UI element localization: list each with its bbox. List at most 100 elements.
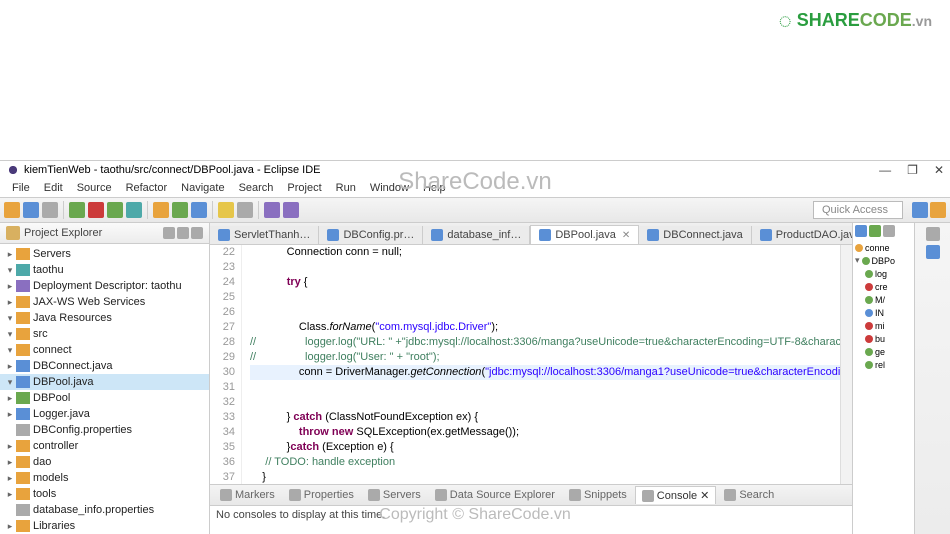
bottom-tab-markers[interactable]: Markers [214,487,281,503]
code-line[interactable]: throw new SQLException(ex.getMessage()); [250,425,852,440]
editor-tab[interactable]: database_inf… [423,226,530,244]
nav-back-icon[interactable] [264,202,280,218]
code-line[interactable]: // TODO: handle exception [250,455,852,470]
menu-source[interactable]: Source [71,180,118,196]
twisty-icon[interactable]: ▾ [4,313,16,324]
collapse-all-icon[interactable] [163,227,175,239]
outline-class[interactable]: DBPo [872,256,896,266]
tree-item[interactable]: DBConfig.properties [0,422,209,438]
close-button[interactable]: ✕ [934,163,944,177]
outline-menu-icon[interactable] [883,225,895,237]
code-line[interactable]: }catch (Exception e) { [250,440,852,455]
outline-package[interactable]: conne [865,243,890,253]
twisty-icon[interactable]: ▾ [4,329,16,340]
tree-item[interactable]: ▸JAX-WS Web Services [0,294,209,310]
outline-sort-icon[interactable] [855,225,867,237]
tree-item[interactable]: ▸models [0,470,209,486]
outline-member[interactable]: rel [855,358,912,371]
code-line[interactable] [250,290,852,305]
search-icon[interactable] [218,202,234,218]
tree-item[interactable]: ▾connect [0,342,209,358]
tree-item[interactable]: ▾src [0,326,209,342]
outline-member[interactable]: bu [855,332,912,345]
outline-filter-icon[interactable] [869,225,881,237]
code-line[interactable]: } catch (ClassNotFoundException ex) { [250,410,852,425]
stop-icon[interactable] [88,202,104,218]
code-line[interactable] [250,305,852,320]
overview-ruler[interactable] [840,245,852,484]
editor-tab[interactable]: ServletThanh… [210,226,319,244]
bottom-tab-servers[interactable]: Servers [362,487,427,503]
tree-item[interactable]: ▸Deployment Descriptor: taothu [0,278,209,294]
tree-item[interactable]: ▸DBPool [0,390,209,406]
maximize-button[interactable]: ❐ [907,163,918,177]
code-line[interactable]: // logger.log("URL: " +"jdbc:mysql://loc… [250,335,852,350]
twisty-icon[interactable]: ▾ [4,265,16,276]
view-menu-icon[interactable] [191,227,203,239]
twisty-icon[interactable]: ▸ [4,441,16,452]
editor-tab[interactable]: DBConfig.pr… [319,226,423,244]
bottom-tab-snippets[interactable]: Snippets [563,487,633,503]
outline-member[interactable]: M/ [855,293,912,306]
code-editor[interactable]: 222324252627282930313233343536373839 Con… [210,245,852,484]
menu-window[interactable]: Window [364,180,415,196]
code-line[interactable]: Class.forName("com.mysql.jdbc.Driver"); [250,320,852,335]
tree-item[interactable]: ▸Servers [0,246,209,262]
restore-view-icon[interactable] [926,245,940,259]
bottom-tab-console[interactable]: Console ✕ [635,486,717,504]
menu-file[interactable]: File [6,180,36,196]
twisty-icon[interactable]: ▸ [4,489,16,500]
bottom-tab-data-source-explorer[interactable]: Data Source Explorer [429,487,561,503]
twisty-icon[interactable]: ▸ [4,393,16,404]
outline-member[interactable]: cre [855,280,912,293]
bottom-tab-search[interactable]: Search [718,487,780,503]
code-line[interactable]: conn = DriverManager.getConnection("jdbc… [250,365,852,380]
editor-tab[interactable]: DBConnect.java [639,226,752,244]
twisty-icon[interactable]: ▸ [4,249,16,260]
perspective-javaee-icon[interactable] [912,202,928,218]
tree-item[interactable]: ▾Java Resources [0,310,209,326]
twisty-icon[interactable]: ▸ [4,281,16,292]
link-editor-icon[interactable] [177,227,189,239]
new-class-icon[interactable] [172,202,188,218]
code-line[interactable] [250,260,852,275]
outline-member[interactable]: mi [855,319,912,332]
twisty-icon[interactable]: ▾ [4,377,16,388]
run-ext-icon[interactable] [126,202,142,218]
code-line[interactable]: try { [250,275,852,290]
code-line[interactable]: // logger.log("User: " + "root"); [250,350,852,365]
tree-item[interactable]: ▸controller [0,438,209,454]
twisty-icon[interactable]: ▾ [4,345,16,356]
perspective-java-icon[interactable] [930,202,946,218]
debug-icon[interactable] [107,202,123,218]
toggle-icon[interactable] [237,202,253,218]
minimize-view-icon[interactable] [926,227,940,241]
code-line[interactable] [250,395,852,410]
run-icon[interactable] [69,202,85,218]
menu-help[interactable]: Help [417,180,452,196]
outline-member[interactable]: IN [855,306,912,319]
new-icon[interactable] [4,202,20,218]
minimize-button[interactable]: — [879,163,891,177]
save-icon[interactable] [23,202,39,218]
tree-item[interactable]: ▸Libraries [0,518,209,534]
outline-member[interactable]: ge [855,345,912,358]
twisty-icon[interactable]: ▸ [4,297,16,308]
open-type-icon[interactable] [191,202,207,218]
menu-navigate[interactable]: Navigate [175,180,230,196]
close-icon[interactable]: ✕ [700,489,709,502]
twisty-icon[interactable]: ▸ [4,361,16,372]
tree-item[interactable]: ▸Logger.java [0,406,209,422]
new-package-icon[interactable] [153,202,169,218]
twisty-icon[interactable]: ▸ [4,521,16,532]
nav-fwd-icon[interactable] [283,202,299,218]
bottom-tab-properties[interactable]: Properties [283,487,360,503]
quick-access-input[interactable]: Quick Access [813,201,903,219]
menu-edit[interactable]: Edit [38,180,69,196]
tree-item[interactable]: ▾taothu [0,262,209,278]
menu-project[interactable]: Project [281,180,327,196]
menu-refactor[interactable]: Refactor [120,180,174,196]
menu-search[interactable]: Search [233,180,280,196]
close-tab-icon[interactable]: ✕ [622,230,630,241]
editor-tab[interactable]: DBPool.java✕ [530,225,639,244]
